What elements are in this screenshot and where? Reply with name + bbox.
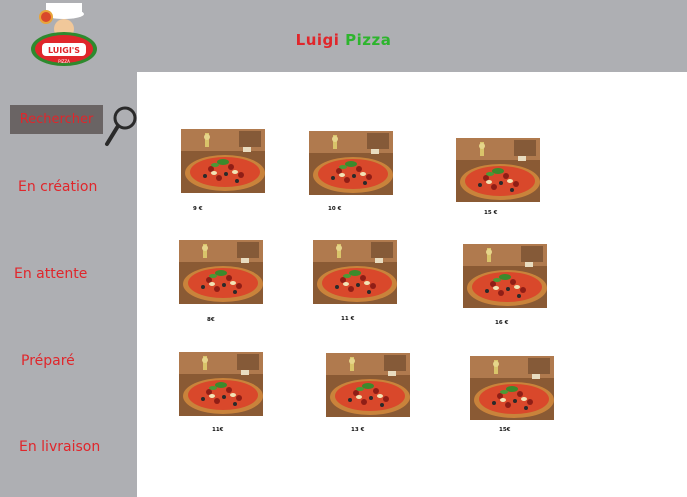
nav-item-en-livraison[interactable]: En livraison (19, 439, 100, 455)
pizza-image[interactable] (313, 240, 397, 304)
search-button[interactable]: Rechercher (10, 105, 103, 134)
pizza-price: 15€ (499, 427, 511, 433)
pizza-image[interactable] (179, 240, 263, 304)
pizza-image[interactable] (456, 138, 540, 202)
app-title: Luigi Pizza (0, 31, 687, 49)
app-title-pizza: Pizza (345, 31, 392, 49)
nav-item-en-creation[interactable]: En création (18, 179, 97, 195)
pizza-price: 11 € (341, 316, 355, 322)
nav-item-prepare[interactable]: Préparé (21, 353, 75, 369)
pizza-price: 15 € (484, 210, 498, 216)
pizza-image[interactable] (309, 131, 393, 195)
pizza-image[interactable] (463, 244, 547, 308)
pizza-image[interactable] (326, 353, 410, 417)
header-bar: LUIGI'S PIZZA Luigi Pizza (0, 0, 687, 72)
nav-item-en-attente[interactable]: En attente (14, 266, 87, 282)
pizza-price: 11€ (212, 427, 224, 433)
app-title-luigi: Luigi (295, 31, 340, 49)
svg-text:PIZZA: PIZZA (58, 59, 70, 64)
pizza-price: 13 € (351, 427, 365, 433)
magnifier-icon[interactable] (103, 104, 141, 148)
pizza-image[interactable] (470, 356, 554, 420)
pizza-image[interactable] (179, 352, 263, 416)
pizza-price: 10 € (328, 206, 342, 212)
pizza-image[interactable] (181, 129, 265, 193)
pizza-price: 16 € (495, 320, 509, 326)
pizza-price: 8€ (207, 317, 215, 323)
pizza-price: 9 € (193, 206, 203, 212)
